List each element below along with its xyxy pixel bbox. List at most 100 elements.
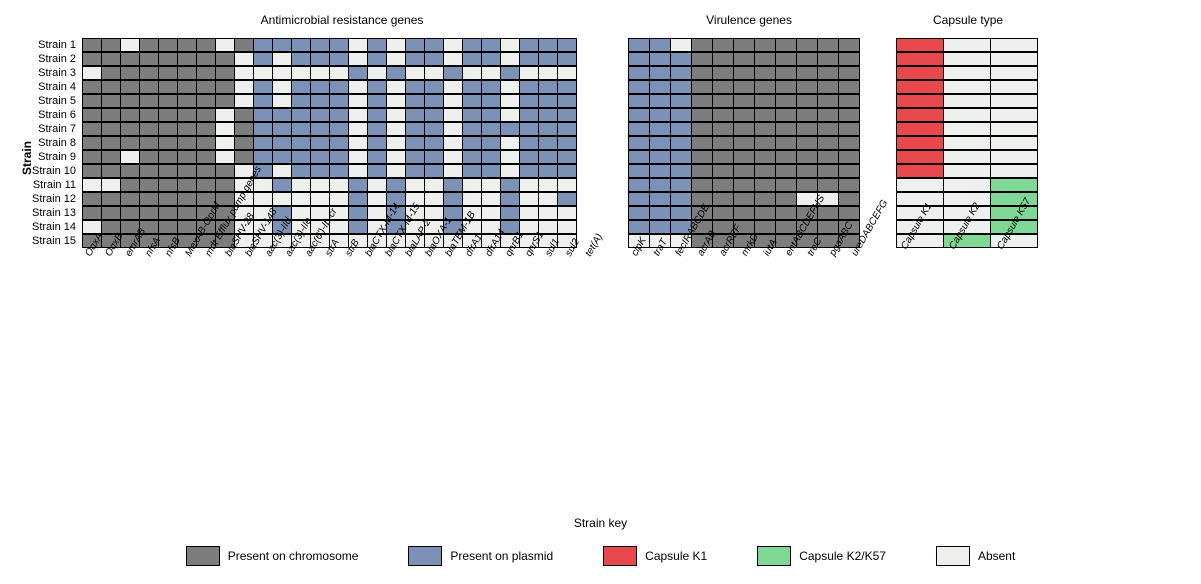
heatmap-cell <box>101 66 121 80</box>
heatmap-cell <box>754 108 776 122</box>
heatmap-cell <box>253 94 273 108</box>
heatmap-cell <box>82 66 102 80</box>
heatmap-cell <box>754 136 776 150</box>
heatmap-cell <box>82 38 102 52</box>
heatmap-row <box>896 136 1040 150</box>
heatmap-cell <box>177 122 197 136</box>
column-labels: OqxAOqxBemrABnfsAnfsBMexAB-OprMmdt Efflu… <box>82 254 602 356</box>
heatmap-cell <box>405 108 425 122</box>
heatmap-cell <box>691 94 713 108</box>
heatmap-cell <box>291 66 311 80</box>
strain-label: Strain 6 <box>32 108 82 122</box>
heatmap-cell <box>670 150 692 164</box>
heatmap-cell <box>649 178 671 192</box>
heatmap-row <box>628 38 870 52</box>
heatmap-cell <box>101 178 121 192</box>
heatmap-cell <box>310 122 330 136</box>
heatmap-row <box>82 108 602 122</box>
heatmap-cell <box>649 80 671 94</box>
heatmap-cell <box>649 38 671 52</box>
heatmap-cell <box>139 52 159 66</box>
heatmap-cell <box>367 108 387 122</box>
heatmap-row <box>896 164 1040 178</box>
heatmap-cell <box>291 108 311 122</box>
heatmap-cell <box>82 122 102 136</box>
heatmap-row <box>82 38 602 52</box>
heatmap-cell <box>101 122 121 136</box>
heatmap-cell <box>500 38 520 52</box>
heatmap-cell <box>177 38 197 52</box>
heatmap-cell <box>177 66 197 80</box>
heatmap-cell <box>733 178 755 192</box>
heatmap-figure: Strain Strain 1Strain 2Strain 3Strain 4S… <box>10 10 1191 356</box>
heatmap-cell <box>424 38 444 52</box>
heatmap-cell <box>196 80 216 94</box>
heatmap-cell <box>691 178 713 192</box>
heatmap-cell <box>817 52 839 66</box>
heatmap-cell <box>367 150 387 164</box>
heatmap-cell <box>896 94 944 108</box>
heatmap-cell <box>538 150 558 164</box>
heatmap-cell <box>733 136 755 150</box>
heatmap-row <box>82 80 602 94</box>
heatmap-cell <box>158 38 178 52</box>
heatmap-row <box>628 80 870 94</box>
heatmap-cell <box>896 136 944 150</box>
heatmap-cell <box>990 94 1038 108</box>
heatmap-cell <box>481 38 501 52</box>
heatmap-cell <box>158 52 178 66</box>
heatmap-cell <box>272 66 292 80</box>
heatmap-cell <box>628 122 650 136</box>
heatmap-cell <box>310 108 330 122</box>
heatmap-cell <box>557 66 577 80</box>
heatmap-cell <box>796 164 818 178</box>
heatmap-cell <box>272 80 292 94</box>
heatmap-cell <box>775 80 797 94</box>
heatmap-cell <box>519 80 539 94</box>
heatmap-cell <box>557 94 577 108</box>
heatmap-cell <box>838 52 860 66</box>
heatmap-row <box>896 150 1040 164</box>
heatmap-cell <box>329 80 349 94</box>
heatmap-cell <box>649 108 671 122</box>
heatmap-row <box>628 108 870 122</box>
panel-title: Virulence genes <box>628 10 870 38</box>
strain-label: Strain 3 <box>32 66 82 80</box>
heatmap-cell <box>177 136 197 150</box>
heatmap-cell <box>557 52 577 66</box>
heatmap-cell <box>691 136 713 150</box>
heatmap-cell <box>481 52 501 66</box>
heatmap-panels: Antimicrobial resistance genesOqxAOqxBem… <box>82 10 1040 356</box>
heatmap-cell <box>817 164 839 178</box>
heatmap-cell <box>424 108 444 122</box>
heatmap-cell <box>538 108 558 122</box>
heatmap-cell <box>310 136 330 150</box>
heatmap-cell <box>82 136 102 150</box>
heatmap-cell <box>386 122 406 136</box>
heatmap-cell <box>670 108 692 122</box>
heatmap-cell <box>177 52 197 66</box>
heatmap-cell <box>424 150 444 164</box>
heatmap-cell <box>424 122 444 136</box>
heatmap-cell <box>817 38 839 52</box>
heatmap-cell <box>481 122 501 136</box>
heatmap-cell <box>272 122 292 136</box>
heatmap-cell <box>386 80 406 94</box>
heatmap-cell <box>405 150 425 164</box>
heatmap-cell <box>215 94 235 108</box>
heatmap-cell <box>386 136 406 150</box>
heatmap-cell <box>405 52 425 66</box>
heatmap-cell <box>82 178 102 192</box>
heatmap-cell <box>519 122 539 136</box>
heatmap-cell <box>215 80 235 94</box>
heatmap-cell <box>234 52 254 66</box>
heatmap-cell <box>519 108 539 122</box>
heatmap-cell <box>990 136 1038 150</box>
legend-item: Present on chromosome <box>186 546 359 566</box>
heatmap-cell <box>101 52 121 66</box>
heatmap-row <box>896 122 1040 136</box>
heatmap-cell <box>386 52 406 66</box>
heatmap-cell <box>101 150 121 164</box>
heatmap-cell <box>177 150 197 164</box>
heatmap-cell <box>481 136 501 150</box>
